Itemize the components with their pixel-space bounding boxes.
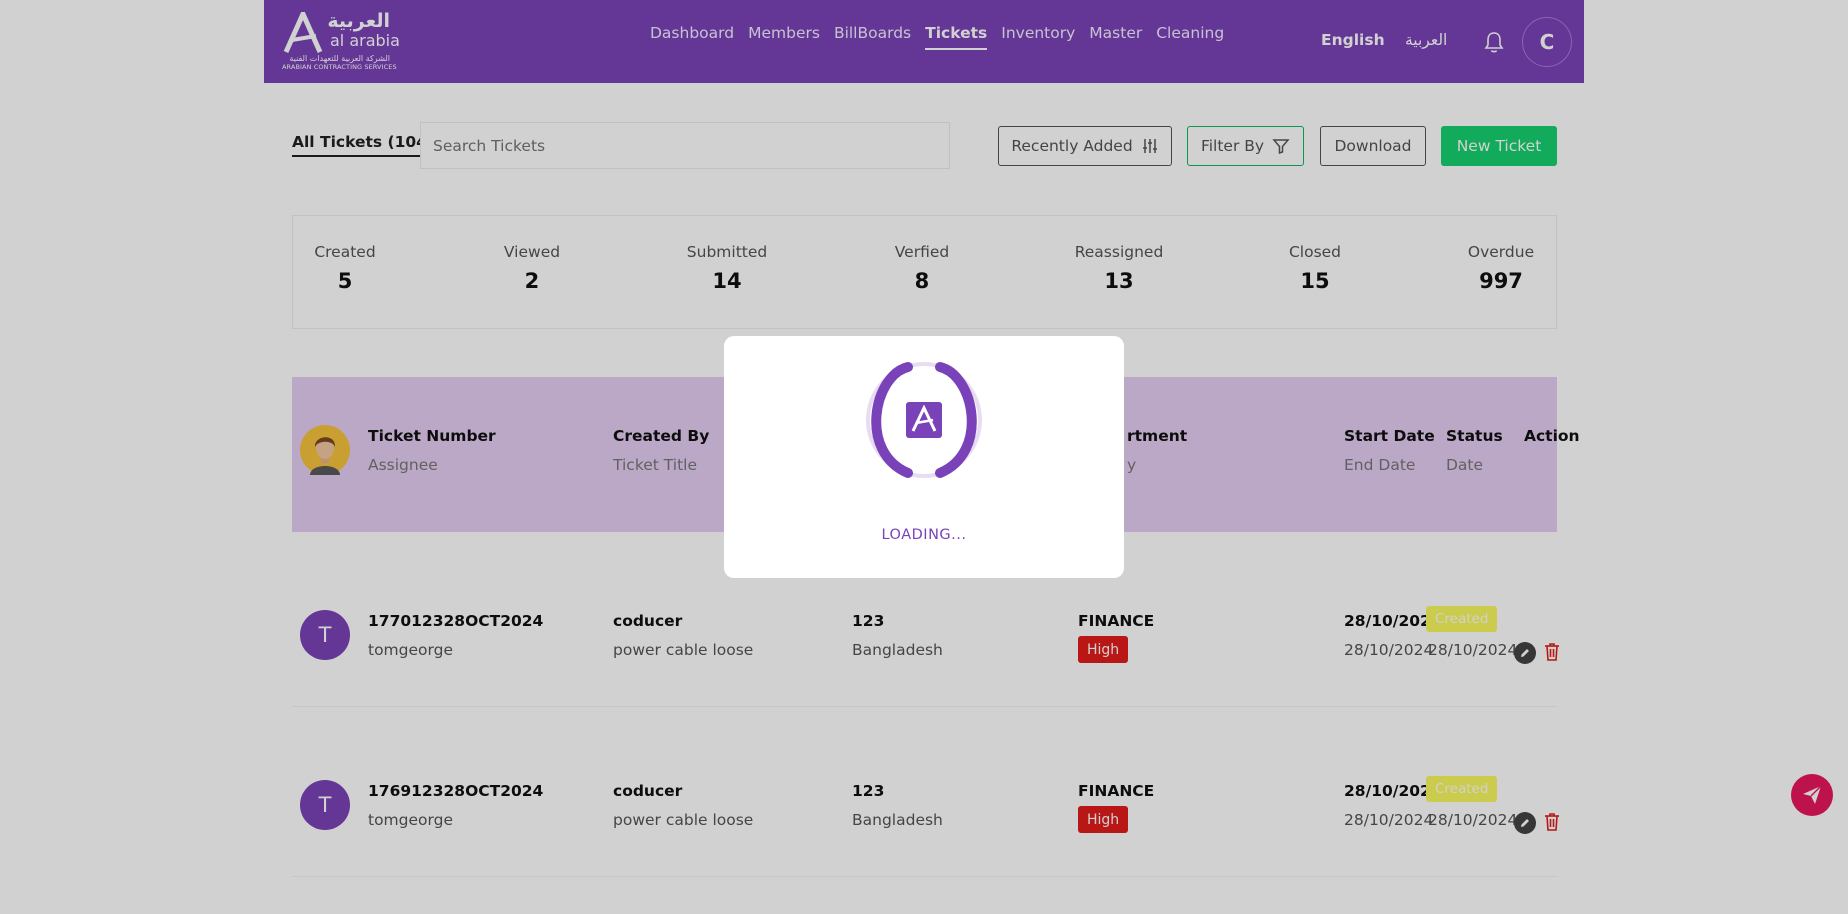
loading-modal: LOADING...: [724, 336, 1124, 578]
loading-text: LOADING...: [881, 527, 967, 543]
loading-spinner-icon: [866, 362, 982, 478]
loading-overlay: LOADING...: [0, 0, 1848, 914]
